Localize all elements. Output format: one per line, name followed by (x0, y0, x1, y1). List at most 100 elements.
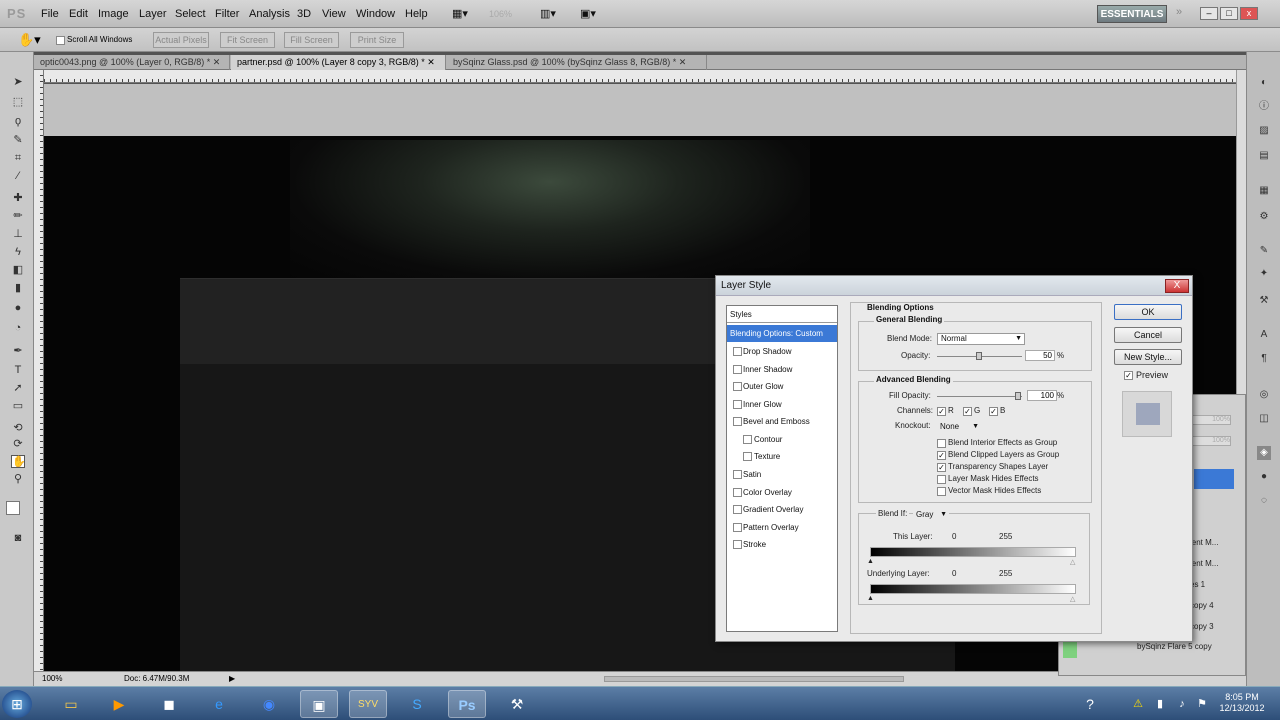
transparency-shapes-checkbox[interactable]: ✓ (937, 463, 946, 472)
cancel-button[interactable]: Cancel (1114, 327, 1182, 343)
internet-explorer-icon[interactable]: e (200, 690, 238, 718)
styles-panel-icon[interactable]: ◫ (1257, 412, 1271, 426)
status-arrow-icon[interactable]: ▶ (229, 672, 235, 686)
skype-icon[interactable]: S (398, 690, 436, 718)
layers-panel-icon[interactable]: ◈ (1257, 446, 1271, 460)
flag-tray-icon[interactable]: ⚑ (1192, 690, 1212, 718)
horizontal-ruler[interactable] (44, 70, 1236, 83)
layer-mask-hides-checkbox[interactable] (937, 475, 946, 484)
workspace-button[interactable]: ESSENTIALS (1097, 5, 1167, 23)
lasso-tool-icon[interactable]: ϙ (11, 115, 25, 128)
firefox-icon[interactable]: ◉ (250, 690, 288, 718)
style-checkbox[interactable] (733, 400, 742, 409)
3d-orbit-icon[interactable]: ⟳ (11, 438, 25, 451)
video-app-icon[interactable]: ◼ (150, 690, 188, 718)
style-checkbox[interactable] (733, 488, 742, 497)
quick-mask-icon[interactable]: ◙ (11, 532, 25, 545)
zoom-tool-icon[interactable]: ⚲ (11, 473, 25, 486)
actual-pixels-button[interactable]: Actual Pixels (153, 32, 209, 48)
style-checkbox[interactable] (733, 470, 742, 479)
more-workspaces-icon[interactable]: » (1176, 6, 1182, 18)
zoom-level[interactable]: 106% (489, 9, 512, 19)
close-button[interactable]: x (1240, 7, 1258, 20)
vertical-ruler[interactable] (34, 70, 44, 671)
adjustments-icon[interactable]: ⚙ (1257, 210, 1271, 224)
channel-r-checkbox[interactable]: ✓ (937, 407, 946, 416)
selected-layer-row[interactable] (1194, 469, 1234, 489)
path-select-icon[interactable]: ➚ (11, 382, 25, 395)
app-window-icon[interactable]: ▣ (300, 690, 338, 718)
style-item-outer-glow[interactable]: Outer Glow (727, 378, 837, 395)
crop-tool-icon[interactable]: ⌗ (11, 152, 25, 165)
print-size-button[interactable]: Print Size (350, 32, 404, 48)
clone-source-icon[interactable]: ✦ (1257, 267, 1271, 281)
foreground-color[interactable] (6, 501, 20, 515)
menu-select[interactable]: Select (175, 8, 206, 20)
style-checkbox[interactable] (733, 382, 742, 391)
blending-options-item[interactable]: Blending Options: Custom (727, 325, 837, 342)
move-tool-icon[interactable]: ➤ (11, 76, 25, 89)
layer-fill[interactable]: 100% (1189, 436, 1231, 446)
style-item-bevel-emboss[interactable]: Bevel and Emboss (727, 413, 837, 430)
help-icon[interactable]: ? (1071, 690, 1109, 718)
style-item-stroke[interactable]: Stroke (727, 536, 837, 553)
channels-icon[interactable]: ● (1257, 470, 1271, 484)
knockout-select[interactable]: None ▼ (937, 422, 981, 434)
style-item-drop-shadow[interactable]: Drop Shadow (727, 343, 837, 360)
brush-panel-icon[interactable]: ✎ (1257, 244, 1271, 258)
screen-mode-icon[interactable]: ▣▾ (580, 7, 596, 20)
brush-tool-icon[interactable]: ✏ (11, 210, 25, 223)
fill-opacity-slider[interactable] (937, 396, 1022, 397)
network-tray-icon[interactable]: ▮ (1150, 690, 1170, 718)
close-tab-icon[interactable]: ✕ (427, 57, 435, 67)
character-panel-icon[interactable]: A (1257, 328, 1271, 342)
healing-brush-icon[interactable]: ✚ (11, 192, 25, 205)
paragraph-panel-icon[interactable]: ¶ (1257, 352, 1271, 366)
blend-mode-select[interactable]: Normal ▼ (937, 333, 1025, 345)
color-panel-icon[interactable]: ◐ (1257, 76, 1271, 90)
menu-analysis[interactable]: Analysis (249, 8, 290, 20)
syv-app-icon[interactable]: SYV (349, 690, 387, 718)
slider-handle-icon[interactable]: ▲ (867, 595, 874, 602)
arrange-icon[interactable]: ▥▾ (540, 7, 556, 20)
scroll-all-checkbox[interactable] (56, 36, 65, 45)
media-player-icon[interactable]: ▶ (100, 690, 138, 718)
style-checkbox[interactable] (733, 347, 742, 356)
channel-g-checkbox[interactable]: ✓ (963, 407, 972, 416)
blend-if-select[interactable]: Gray ▼ (913, 510, 949, 522)
clock[interactable]: 8:05 PM 12/13/2012 (1212, 692, 1272, 714)
new-style-button[interactable]: New Style... (1114, 349, 1182, 365)
style-item-texture[interactable]: Texture (727, 448, 837, 465)
dialog-close-button[interactable]: X (1165, 279, 1189, 293)
ok-button[interactable]: OK (1114, 304, 1182, 320)
style-item-inner-shadow[interactable]: Inner Shadow (727, 361, 837, 378)
menu-layer[interactable]: Layer (139, 8, 167, 20)
style-checkbox[interactable] (733, 523, 742, 532)
style-item-pattern-overlay[interactable]: Pattern Overlay (727, 519, 837, 536)
dodge-tool-icon[interactable]: ◔ (11, 322, 25, 335)
tool-presets-icon[interactable]: ⚒ (1257, 294, 1271, 308)
info-panel-icon[interactable]: ⓘ (1257, 100, 1271, 114)
history-brush-icon[interactable]: ϟ (11, 246, 25, 259)
horizontal-scrollbar[interactable] (604, 676, 904, 682)
layer-row[interactable]: bySqinz Flare 5 copy (1137, 642, 1212, 651)
fill-opacity-thumb[interactable] (1015, 392, 1021, 400)
layer-row[interactable]: copy 4 (1190, 601, 1214, 610)
dialog-title-bar[interactable]: Layer Style X (716, 276, 1192, 296)
eyedropper-tool-icon[interactable]: ⁄ (11, 170, 25, 183)
tab-glass[interactable]: bySqinz Glass.psd @ 100% (bySqinz Glass … (447, 55, 707, 70)
channel-b-checkbox[interactable]: ✓ (989, 407, 998, 416)
layer-row[interactable]: ient M... (1190, 559, 1218, 568)
underlying-layer-gradient[interactable] (870, 584, 1076, 594)
navigator-icon[interactable]: ▨ (1257, 124, 1271, 138)
bridge-icon[interactable]: ▦▾ (452, 7, 468, 20)
style-checkbox[interactable] (733, 417, 742, 426)
layer-visibility-icon[interactable] (1063, 640, 1077, 658)
this-layer-gradient[interactable] (870, 547, 1076, 557)
tab-partner[interactable]: partner.psd @ 100% (Layer 8 copy 3, RGB/… (231, 55, 446, 70)
swatches-icon[interactable]: ▦ (1257, 184, 1271, 198)
styles-header[interactable]: Styles (727, 306, 837, 323)
vector-mask-hides-checkbox[interactable] (937, 487, 946, 496)
start-button-icon[interactable]: ⊞ (2, 690, 32, 718)
style-checkbox[interactable] (743, 435, 752, 444)
